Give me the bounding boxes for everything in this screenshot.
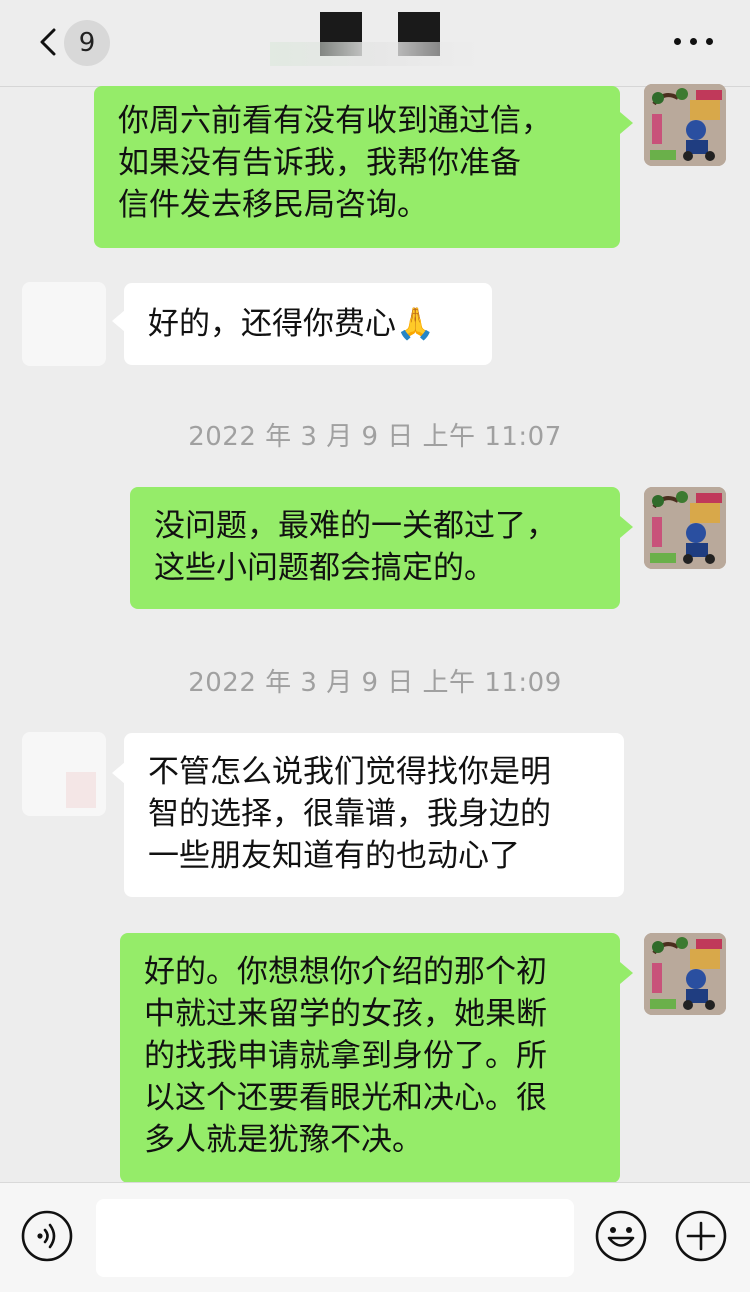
message-bubble-other[interactable]: 好的，还得你费心🙏 bbox=[124, 283, 492, 365]
more-dots-icon bbox=[674, 38, 681, 45]
avatar-image bbox=[644, 487, 726, 569]
bubble-tail bbox=[620, 962, 633, 984]
chevron-left-icon bbox=[40, 28, 56, 56]
message-timestamp: 2022 年 3 月 9 日 上午 11:09 bbox=[188, 668, 562, 698]
more-options-button[interactable] bbox=[672, 28, 716, 56]
self-avatar[interactable] bbox=[644, 487, 726, 569]
message-bubble-self[interactable]: 好的。你想想你介绍的那个初 中就过来留学的女孩，她果断 的找我申请就拿到身份了。… bbox=[120, 933, 620, 1183]
message-timestamp: 2022 年 3 月 9 日 上午 11:07 bbox=[188, 422, 562, 452]
unread-count-badge: 9 bbox=[64, 20, 110, 66]
self-avatar[interactable] bbox=[644, 84, 726, 166]
contact-avatar[interactable] bbox=[22, 282, 106, 366]
avatar-blur-patch bbox=[66, 772, 96, 808]
plus-icon bbox=[675, 1210, 727, 1262]
message-input[interactable] bbox=[96, 1199, 574, 1277]
bubble-tail bbox=[620, 516, 633, 538]
chat-header: 9 bbox=[0, 0, 750, 87]
redaction-blur bbox=[270, 42, 480, 66]
plus-button[interactable] bbox=[674, 1209, 728, 1263]
emoji-icon bbox=[595, 1210, 647, 1262]
chat-screen: 9 你周六前看有没有收到通过信， 如果没有告诉我，我帮你准备 信件发去移民局咨询… bbox=[0, 0, 750, 1292]
back-button[interactable]: 9 bbox=[26, 18, 116, 66]
voice-button[interactable] bbox=[20, 1209, 74, 1263]
chat-title-redacted bbox=[270, 12, 490, 66]
chat-input-bar bbox=[0, 1182, 750, 1292]
more-dot bbox=[690, 38, 697, 45]
self-avatar[interactable] bbox=[644, 933, 726, 1015]
message-bubble-self[interactable]: 你周六前看有没有收到通过信， 如果没有告诉我，我帮你准备 信件发去移民局咨询。 bbox=[94, 86, 620, 248]
voice-icon bbox=[21, 1210, 73, 1262]
message-bubble-other[interactable]: 不管怎么说我们觉得找你是明 智的选择，很靠谱，我身边的 一些朋友知道有的也动心了 bbox=[124, 733, 624, 897]
message-bubble-self[interactable]: 没问题，最难的一关都过了， 这些小问题都会搞定的。 bbox=[130, 487, 620, 609]
more-dot bbox=[706, 38, 713, 45]
avatar-image bbox=[644, 933, 726, 1015]
avatar-image bbox=[644, 84, 726, 166]
bubble-tail bbox=[620, 112, 633, 134]
emoji-button[interactable] bbox=[594, 1209, 648, 1263]
contact-avatar[interactable] bbox=[22, 732, 106, 816]
